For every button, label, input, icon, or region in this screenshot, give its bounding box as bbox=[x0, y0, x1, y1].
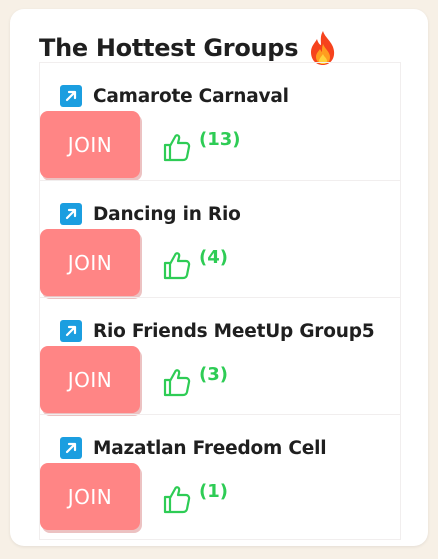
join-button[interactable]: JOIN bbox=[40, 111, 140, 178]
likes: (1) bbox=[163, 482, 228, 514]
join-button[interactable]: JOIN bbox=[40, 229, 140, 296]
group-link[interactable]: Mazatlan Freedom Cell bbox=[60, 437, 327, 459]
likes-count: (4) bbox=[199, 247, 228, 268]
thumbs-up-icon[interactable] bbox=[163, 250, 191, 280]
thumbs-up-icon[interactable] bbox=[163, 132, 191, 162]
group-name: Rio Friends MeetUp Group5 bbox=[93, 320, 375, 342]
external-link-icon bbox=[60, 320, 82, 342]
group-row: Rio Friends MeetUp Group5 JOIN (3) bbox=[40, 297, 400, 415]
group-link[interactable]: Dancing in Rio bbox=[60, 203, 241, 225]
widget-title-text: The Hottest Groups bbox=[39, 34, 299, 62]
external-link-icon bbox=[60, 437, 82, 459]
group-link[interactable]: Rio Friends MeetUp Group5 bbox=[60, 320, 375, 342]
join-button[interactable]: JOIN bbox=[40, 346, 140, 413]
widget-title: The Hottest Groups bbox=[39, 30, 338, 66]
thumbs-up-icon[interactable] bbox=[163, 367, 191, 397]
group-link[interactable]: Camarote Carnaval bbox=[60, 85, 289, 107]
group-name: Dancing in Rio bbox=[93, 203, 241, 225]
group-row: Camarote Carnaval JOIN (13) bbox=[40, 63, 400, 180]
likes-count: (3) bbox=[199, 364, 228, 385]
likes: (13) bbox=[163, 130, 241, 162]
group-name: Mazatlan Freedom Cell bbox=[93, 437, 327, 459]
likes: (3) bbox=[163, 365, 228, 397]
group-row: Mazatlan Freedom Cell JOIN (1) bbox=[40, 414, 400, 532]
hottest-groups-card: The Hottest Groups Camarote Carnaval JOI… bbox=[10, 9, 428, 546]
external-link-icon bbox=[60, 85, 82, 107]
group-row: Dancing in Rio JOIN (4) bbox=[40, 180, 400, 298]
likes-count: (13) bbox=[199, 129, 241, 150]
likes: (4) bbox=[163, 248, 228, 280]
likes-count: (1) bbox=[199, 481, 228, 502]
groups-list: Camarote Carnaval JOIN (13) Dancing in R… bbox=[39, 62, 401, 540]
thumbs-up-icon[interactable] bbox=[163, 484, 191, 514]
group-name: Camarote Carnaval bbox=[93, 85, 289, 107]
join-button[interactable]: JOIN bbox=[40, 463, 140, 530]
fire-icon bbox=[311, 31, 335, 65]
external-link-icon bbox=[60, 203, 82, 225]
